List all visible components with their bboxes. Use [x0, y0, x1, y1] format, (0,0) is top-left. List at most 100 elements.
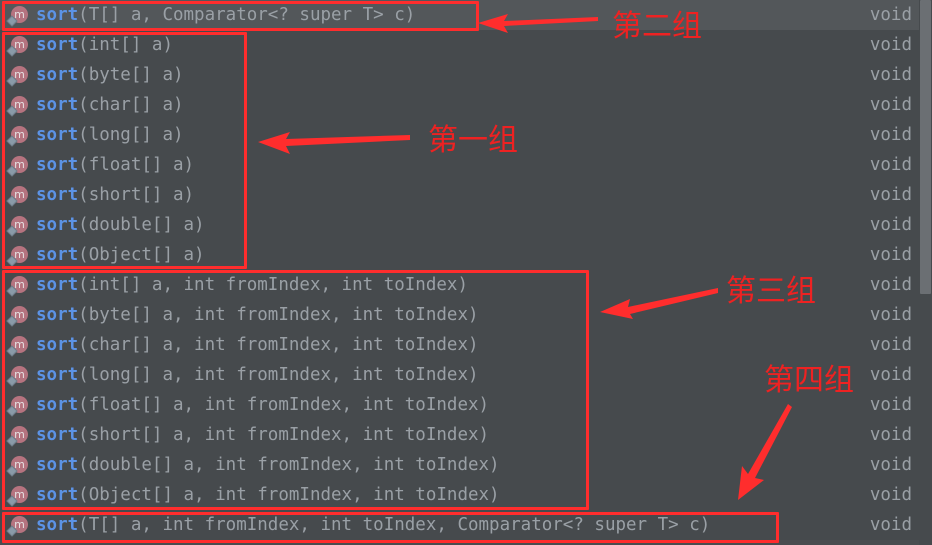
- method-name: sort: [36, 215, 79, 235]
- list-item[interactable]: m sort(float[] a, int fromIndex, int toI…: [0, 390, 932, 420]
- method-signature: sort(byte[] a): [36, 65, 184, 85]
- list-item[interactable]: m sort(double[] a, int fromIndex, int to…: [0, 450, 932, 480]
- code-completion-popup: m sort(T[] a, Comparator<? super T> c) v…: [0, 0, 932, 545]
- method-signature: sort(char[] a, int fromIndex, int toInde…: [36, 335, 479, 355]
- method-params: (float[] a): [78, 155, 195, 175]
- method-signature: sort(long[] a, int fromIndex, int toInde…: [36, 365, 479, 385]
- return-type: void: [869, 95, 912, 115]
- return-type: void: [869, 305, 912, 325]
- method-name: sort: [36, 185, 79, 205]
- list-item[interactable]: m sort(char[] a, int fromIndex, int toIn…: [0, 330, 932, 360]
- method-name: sort: [36, 425, 79, 445]
- method-params: (float[] a, int fromIndex, int toIndex): [78, 395, 490, 415]
- method-icon: m: [6, 184, 30, 207]
- return-type: void: [869, 485, 912, 505]
- method-icon: m: [6, 394, 30, 417]
- method-signature: sort(short[] a, int fromIndex, int toInd…: [36, 425, 489, 445]
- list-item[interactable]: m sort(float[] a) void: [0, 150, 932, 180]
- method-name: sort: [36, 35, 79, 55]
- method-name: sort: [36, 65, 79, 85]
- method-signature: sort(float[] a): [36, 155, 194, 175]
- list-item[interactable]: m sort(double[] a) void: [0, 210, 932, 240]
- scrollbar-track[interactable]: [919, 0, 932, 545]
- method-params: (T[] a, int fromIndex, int toIndex, Comp…: [78, 515, 711, 535]
- return-type: void: [869, 335, 912, 355]
- method-name: sort: [36, 395, 79, 415]
- method-signature: sort(double[] a, int fromIndex, int toIn…: [36, 455, 500, 475]
- method-icon: m: [6, 34, 30, 57]
- method-name: sort: [36, 155, 79, 175]
- return-type: void: [869, 5, 912, 25]
- list-item[interactable]: m sort(T[] a, Comparator<? super T> c) v…: [0, 0, 932, 30]
- method-icon: m: [6, 424, 30, 447]
- method-signature: sort(int[] a): [36, 35, 173, 55]
- method-signature: sort(char[] a): [36, 95, 184, 115]
- return-type: void: [869, 65, 912, 85]
- method-params: (short[] a): [78, 185, 195, 205]
- method-icon: m: [6, 484, 30, 507]
- method-icon: m: [6, 364, 30, 387]
- return-type: void: [869, 185, 912, 205]
- list-item[interactable]: m sort(byte[] a) void: [0, 60, 932, 90]
- return-type: void: [869, 275, 912, 295]
- method-icon: m: [6, 214, 30, 237]
- return-type: void: [869, 245, 912, 265]
- method-icon: m: [6, 274, 30, 297]
- return-type: void: [869, 515, 912, 535]
- method-params: (T[] a, Comparator<? super T> c): [78, 5, 416, 25]
- return-type: void: [869, 215, 912, 235]
- return-type: void: [869, 35, 912, 55]
- method-name: sort: [36, 5, 79, 25]
- return-type: void: [869, 455, 912, 475]
- method-name: sort: [36, 485, 79, 505]
- method-signature: sort(Object[] a): [36, 245, 205, 265]
- method-icon: m: [6, 94, 30, 117]
- method-name: sort: [36, 245, 79, 265]
- return-type: void: [869, 155, 912, 175]
- list-item[interactable]: m sort(char[] a) void: [0, 90, 932, 120]
- return-type: void: [869, 125, 912, 145]
- method-name: sort: [36, 125, 79, 145]
- list-item[interactable]: m sort(int[] a, int fromIndex, int toInd…: [0, 270, 932, 300]
- list-item[interactable]: m sort(byte[] a, int fromIndex, int toIn…: [0, 300, 932, 330]
- list-item[interactable]: m sort(int[] a) void: [0, 30, 932, 60]
- completion-list[interactable]: m sort(T[] a, Comparator<? super T> c) v…: [0, 0, 932, 545]
- method-signature: sort(double[] a): [36, 215, 205, 235]
- method-params: (Object[] a): [78, 245, 205, 265]
- method-signature: sort(T[] a, Comparator<? super T> c): [36, 5, 415, 25]
- method-params: (double[] a): [78, 215, 205, 235]
- return-type: void: [869, 395, 912, 415]
- list-item[interactable]: m sort(short[] a, int fromIndex, int toI…: [0, 420, 932, 450]
- method-name: sort: [36, 515, 79, 535]
- method-icon: m: [6, 334, 30, 357]
- list-item[interactable]: m sort(Object[] a, int fromIndex, int to…: [0, 480, 932, 510]
- method-icon: m: [6, 514, 30, 537]
- method-name: sort: [36, 275, 79, 295]
- method-name: sort: [36, 305, 79, 325]
- method-signature: sort(float[] a, int fromIndex, int toInd…: [36, 395, 489, 415]
- list-item[interactable]: m sort(long[] a, int fromIndex, int toIn…: [0, 360, 932, 390]
- list-item[interactable]: m sort(short[] a) void: [0, 180, 932, 210]
- list-item[interactable]: m sort(long[] a) void: [0, 120, 932, 150]
- method-icon: m: [6, 124, 30, 147]
- method-params: (int[] a): [78, 35, 173, 55]
- return-type: void: [869, 365, 912, 385]
- method-name: sort: [36, 365, 79, 385]
- method-name: sort: [36, 335, 79, 355]
- method-icon: m: [6, 244, 30, 267]
- method-params: (long[] a): [78, 125, 184, 145]
- scrollbar-thumb[interactable]: [920, 0, 931, 294]
- method-signature: sort(int[] a, int fromIndex, int toIndex…: [36, 275, 468, 295]
- list-item[interactable]: m sort(T[] a, int fromIndex, int toIndex…: [0, 510, 932, 540]
- method-params: (short[] a, int fromIndex, int toIndex): [78, 425, 490, 445]
- method-params: (byte[] a): [78, 65, 184, 85]
- method-icon: m: [6, 154, 30, 177]
- list-item[interactable]: m sort(Object[] a) void: [0, 240, 932, 270]
- method-icon: m: [6, 64, 30, 87]
- method-icon: m: [6, 454, 30, 477]
- method-params: (long[] a, int fromIndex, int toIndex): [78, 365, 479, 385]
- method-icon: m: [6, 4, 30, 27]
- method-signature: sort(long[] a): [36, 125, 184, 145]
- method-name: sort: [36, 455, 79, 475]
- method-signature: sort(Object[] a, int fromIndex, int toIn…: [36, 485, 500, 505]
